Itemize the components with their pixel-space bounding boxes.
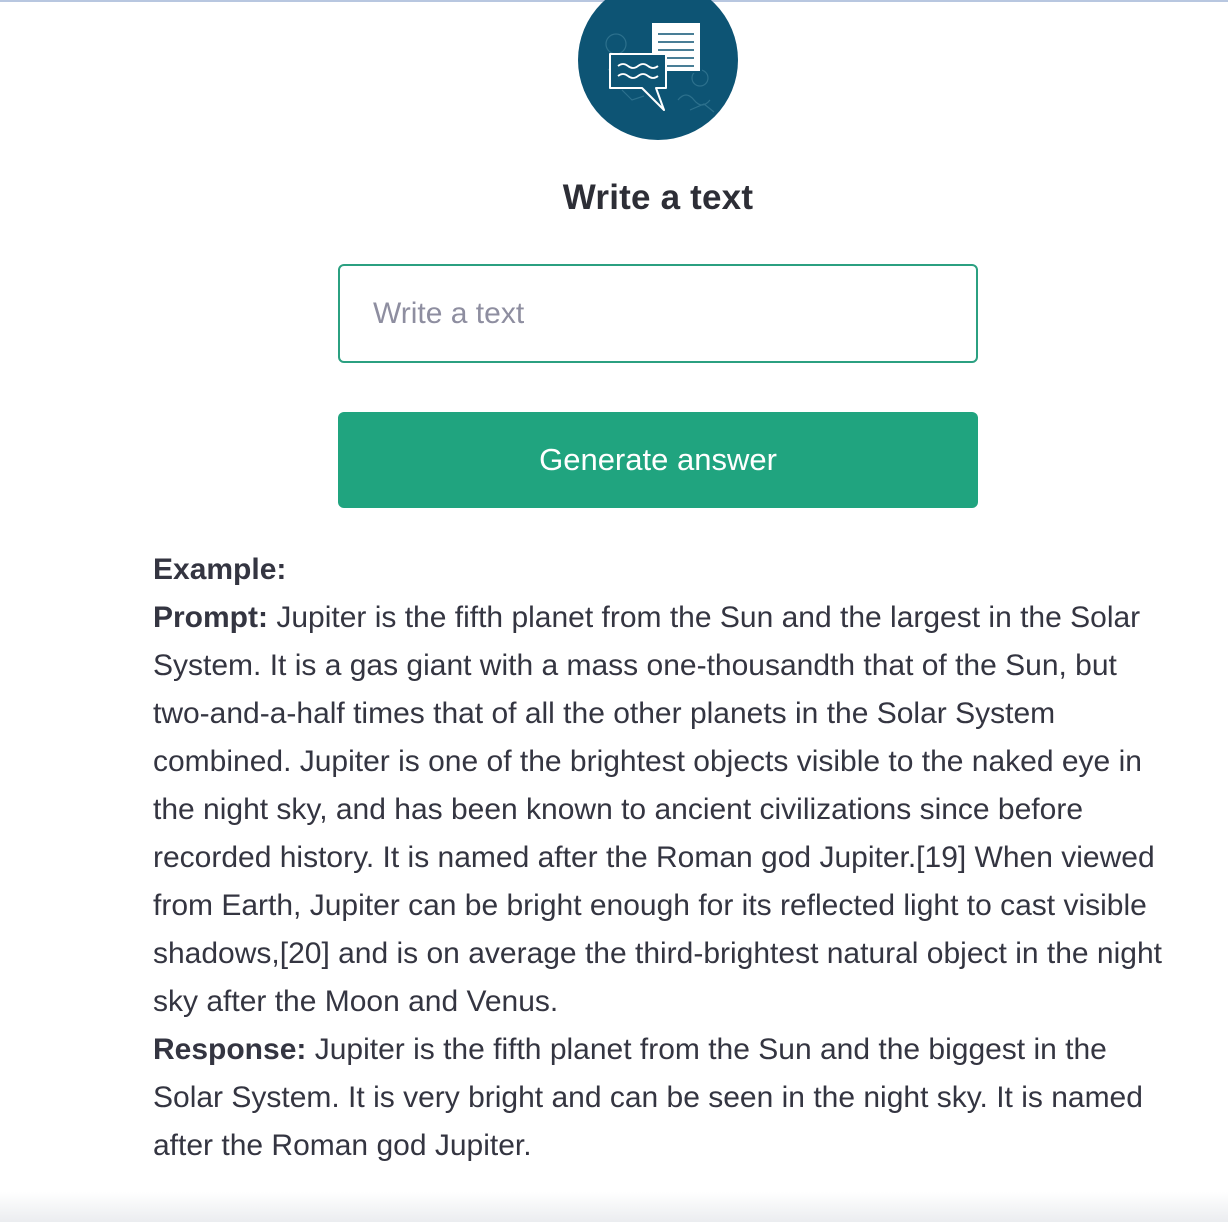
logo <box>578 0 738 140</box>
prompt-text: Jupiter is the fifth planet from the Sun… <box>153 601 1162 1018</box>
page-title: Write a text <box>562 178 754 217</box>
example-prompt: Prompt: Jupiter is the fifth planet from… <box>153 594 1168 1026</box>
text-input[interactable] <box>338 264 978 363</box>
example-section: Example: Prompt: Jupiter is the fifth pl… <box>153 546 1168 1170</box>
generate-answer-button[interactable]: Generate answer <box>338 412 978 508</box>
example-heading: Example: <box>153 553 287 586</box>
chat-document-icon <box>605 21 715 113</box>
example-response: Response: Jupiter is the fifth planet fr… <box>153 1026 1168 1170</box>
prompt-label: Prompt: <box>153 601 268 634</box>
bottom-fade <box>0 1192 1228 1222</box>
response-label: Response: <box>153 1033 307 1066</box>
